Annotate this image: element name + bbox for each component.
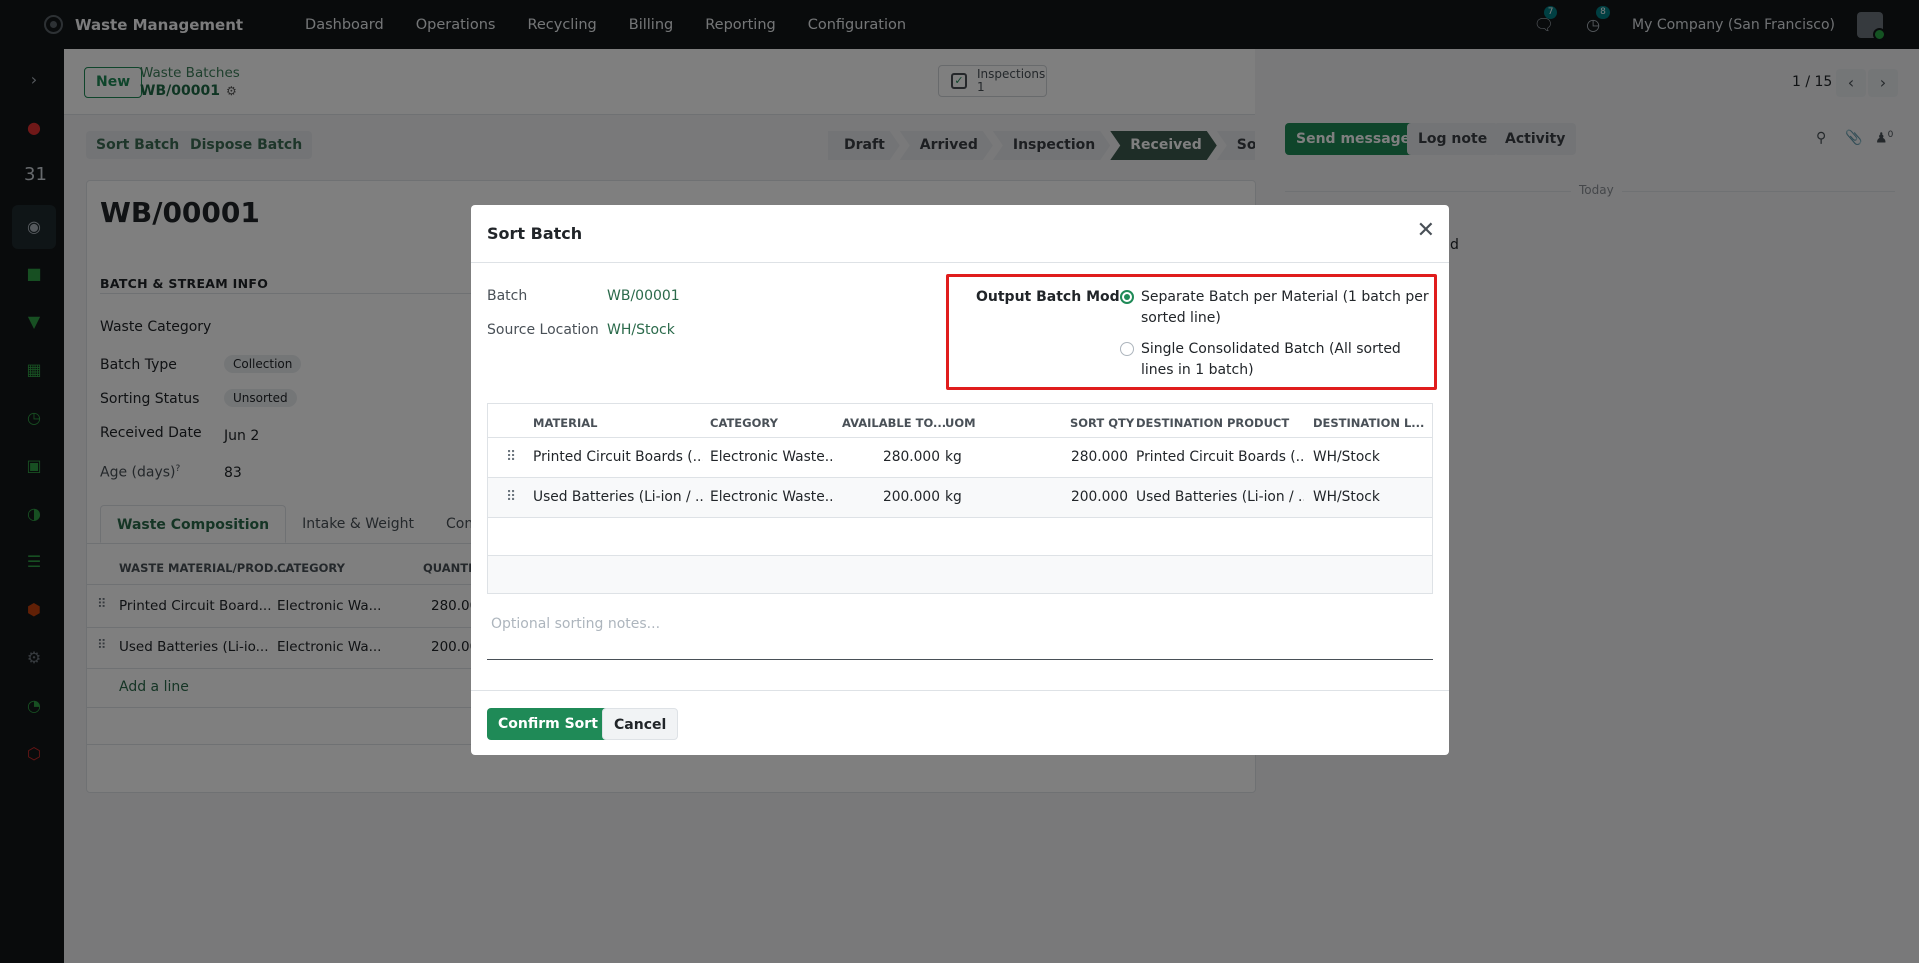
close-icon[interactable]: ✕ bbox=[1417, 219, 1435, 243]
cell-sort-qty[interactable]: 200.000 bbox=[1044, 489, 1128, 505]
cell-available[interactable]: 200.000 bbox=[856, 489, 940, 505]
col-uom[interactable]: UOM bbox=[945, 416, 976, 430]
cell-material[interactable]: Used Batteries (Li-ion / ... bbox=[533, 489, 703, 505]
option-separate-batch-label[interactable]: Separate Batch per Material (1 batch per… bbox=[1141, 287, 1433, 329]
cell-available[interactable]: 280.000 bbox=[856, 449, 940, 465]
dialog-footer-divider bbox=[471, 690, 1449, 691]
col-destination-location[interactable]: DESTINATION L... bbox=[1313, 416, 1424, 430]
sorting-notes-input[interactable]: Optional sorting notes... bbox=[487, 612, 1433, 660]
drag-handle-icon[interactable]: ⠿ bbox=[506, 489, 516, 505]
cell-destination-product[interactable]: Printed Circuit Boards (... bbox=[1136, 449, 1304, 465]
radio-separate-batch[interactable] bbox=[1120, 290, 1134, 304]
dialog-title: Sort Batch bbox=[487, 224, 583, 243]
radio-consolidated-batch[interactable] bbox=[1120, 342, 1134, 356]
cancel-button[interactable]: Cancel bbox=[602, 708, 679, 740]
batch-label: Batch bbox=[487, 288, 528, 304]
col-destination-product[interactable]: DESTINATION PRODUCT bbox=[1136, 416, 1289, 430]
output-batch-mode-label: Output Batch Mode bbox=[976, 289, 1130, 305]
cell-uom[interactable]: kg bbox=[945, 489, 962, 505]
empty-row bbox=[488, 517, 1432, 555]
cell-destination-location[interactable]: WH/Stock bbox=[1313, 449, 1380, 465]
cell-destination-location[interactable]: WH/Stock bbox=[1313, 489, 1380, 505]
col-category[interactable]: CATEGORY bbox=[710, 416, 778, 430]
source-location-link[interactable]: WH/Stock bbox=[607, 322, 675, 338]
table-row[interactable]: ⠿ Used Batteries (Li-ion / ... Electroni… bbox=[488, 477, 1432, 517]
col-sort-qty[interactable]: SORT QTY bbox=[1070, 416, 1134, 430]
confirm-sort-button[interactable]: Confirm Sort bbox=[487, 708, 609, 740]
dialog-header: Sort Batch ✕ bbox=[471, 205, 1449, 263]
sorting-notes-placeholder: Optional sorting notes... bbox=[491, 616, 661, 632]
table-row[interactable]: ⠿ Printed Circuit Boards (... Electronic… bbox=[488, 437, 1432, 477]
batch-value-link[interactable]: WB/00001 bbox=[607, 288, 680, 304]
empty-row bbox=[488, 555, 1432, 593]
option-consolidated-batch-label[interactable]: Single Consolidated Batch (All sorted li… bbox=[1141, 339, 1433, 381]
col-material[interactable]: MATERIAL bbox=[533, 416, 598, 430]
cell-uom[interactable]: kg bbox=[945, 449, 962, 465]
cell-material[interactable]: Printed Circuit Boards (... bbox=[533, 449, 703, 465]
col-available[interactable]: AVAILABLE TO... bbox=[842, 416, 946, 430]
cell-sort-qty[interactable]: 280.000 bbox=[1044, 449, 1128, 465]
sort-lines-table: MATERIAL CATEGORY AVAILABLE TO... UOM SO… bbox=[487, 403, 1433, 594]
cell-destination-product[interactable]: Used Batteries (Li-ion / ... bbox=[1136, 489, 1304, 505]
cell-category[interactable]: Electronic Waste... bbox=[710, 489, 835, 505]
source-location-label: Source Location bbox=[487, 322, 599, 338]
drag-handle-icon[interactable]: ⠿ bbox=[506, 449, 516, 465]
cell-category[interactable]: Electronic Waste... bbox=[710, 449, 835, 465]
